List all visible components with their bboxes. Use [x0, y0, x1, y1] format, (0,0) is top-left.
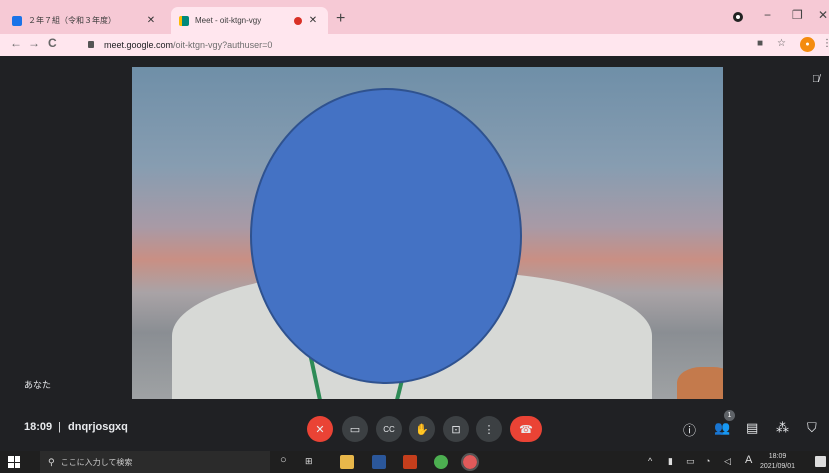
- volume-icon[interactable]: ◁: [724, 456, 731, 467]
- word-icon[interactable]: [372, 455, 386, 469]
- back-button[interactable]: ←: [10, 36, 22, 50]
- new-tab-button[interactable]: +: [336, 10, 345, 28]
- present-icon: ⊡: [451, 423, 461, 436]
- cortana-icon[interactable]: ○: [280, 454, 287, 466]
- tab-meet[interactable]: Meet - oit-ktgn-vgy ✕: [171, 7, 328, 34]
- meeting-clock: 18:09: [24, 421, 53, 433]
- windows-logo-icon: [8, 456, 14, 462]
- captions-icon: CC: [383, 424, 395, 434]
- windows-start-button[interactable]: [8, 456, 20, 468]
- tab-title: Meet - oit-ktgn-vgy: [195, 16, 262, 25]
- network-icon[interactable]: ◔: [705, 456, 710, 466]
- close-icon[interactable]: ✕: [144, 15, 158, 26]
- meeting-details-button[interactable]: ⓘ: [683, 420, 696, 439]
- search-placeholder: ここに入力して検索: [60, 457, 133, 467]
- clock-time: 18:09: [768, 453, 787, 460]
- browser-toolbar: ← → C meet.google.com /oit-ktgn-vgy?auth…: [0, 34, 829, 56]
- minimize-button[interactable]: −: [764, 8, 771, 22]
- profile-icon[interactable]: [733, 12, 743, 22]
- reload-button[interactable]: C: [48, 36, 57, 50]
- taskbar-search-box[interactable]: ⚲ ここに入力して検索: [40, 451, 270, 473]
- face-redaction-circle: [250, 88, 522, 384]
- present-screen-button[interactable]: ⊡: [443, 416, 469, 442]
- close-window-button[interactable]: ✕: [818, 8, 828, 22]
- url-path: /oit-ktgn-vgy?authuser=0: [173, 39, 273, 50]
- browser-tab-strip: ２年７組（令和３年度） ✕ Meet - oit-ktgn-vgy ✕ + − …: [0, 0, 829, 34]
- host-controls-button[interactable]: ⛉: [807, 420, 817, 436]
- hangup-phone-icon: ☎: [519, 423, 533, 436]
- menu-kebab-icon[interactable]: ⋮: [822, 38, 829, 49]
- captions-button[interactable]: CC: [376, 416, 402, 442]
- raise-hand-button[interactable]: ✋: [409, 416, 435, 442]
- leave-call-button[interactable]: ☎: [510, 416, 542, 442]
- person-hand: [677, 367, 723, 399]
- meet-control-bar: 18:09 | dnqrjosgxq ✕ ▭ CC ✋ ⊡ ⋮ ☎ ⓘ 👥 1 …: [0, 410, 829, 451]
- clock-date: 2021/09/01: [760, 463, 796, 470]
- taskbar-clock[interactable]: 18:09 2021/09/01: [760, 452, 795, 472]
- chat-button[interactable]: ▤: [746, 420, 758, 436]
- participants-count-badge: 1: [724, 410, 735, 421]
- notification-icon[interactable]: [815, 456, 826, 467]
- self-tile-label: あなた: [24, 380, 52, 390]
- self-video-tile: [132, 67, 723, 399]
- url-host: meet.google.com: [104, 39, 174, 50]
- chrome-icon[interactable]: [434, 455, 448, 469]
- more-vert-icon: ⋮: [483, 423, 495, 436]
- activities-button[interactable]: ⁂: [776, 420, 789, 436]
- ime-indicator[interactable]: A: [745, 454, 752, 466]
- address-bar[interactable]: meet.google.com /oit-ktgn-vgy?authuser=0: [88, 36, 788, 53]
- bookmark-star-icon[interactable]: ☆: [777, 38, 786, 49]
- mic-tray-icon[interactable]: ▮: [668, 456, 673, 467]
- chrome-active-icon[interactable]: [461, 453, 479, 471]
- mic-off-icon: ✕: [315, 423, 325, 436]
- tray-chevron-icon[interactable]: ^: [648, 456, 652, 466]
- mic-toggle-button[interactable]: ✕: [307, 416, 333, 442]
- classroom-favicon-icon: [12, 15, 22, 26]
- powerpoint-icon[interactable]: [403, 455, 417, 469]
- more-options-button[interactable]: ⋮: [476, 416, 502, 442]
- task-view-icon[interactable]: ⊞: [305, 456, 313, 467]
- tab-title: ２年７組（令和３年度）: [28, 16, 116, 25]
- windows-taskbar: ⚲ ここに入力して検索 ○ ⊞ ^ ▮ ▭ ◔ ◁ A 18:09 2021/0…: [0, 451, 829, 473]
- people-button[interactable]: 👥: [714, 420, 730, 436]
- account-avatar[interactable]: ●: [800, 37, 815, 52]
- forward-button[interactable]: →: [28, 36, 40, 50]
- lock-icon: [88, 41, 94, 48]
- separator: |: [58, 421, 61, 433]
- meet-stage: あなた 🎙̸: [0, 56, 829, 410]
- meeting-code: dnqrjosgxq: [68, 421, 128, 433]
- hand-icon: ✋: [415, 423, 429, 436]
- battery-icon[interactable]: ▭: [686, 456, 695, 467]
- file-explorer-icon[interactable]: [340, 455, 354, 469]
- meet-favicon-icon: [179, 15, 189, 26]
- camera-indicator-icon[interactable]: ■: [757, 38, 763, 49]
- close-icon[interactable]: ✕: [306, 15, 320, 26]
- search-icon: ⚲: [48, 456, 55, 467]
- tab-class-page[interactable]: ２年７組（令和３年度） ✕: [6, 7, 166, 34]
- camera-toggle-button[interactable]: ▭: [342, 416, 368, 442]
- camera-icon: ▭: [349, 423, 361, 436]
- mic-off-icon: 🎙̸: [812, 74, 820, 85]
- restore-button[interactable]: ❐: [792, 8, 803, 22]
- recording-icon: [294, 16, 302, 25]
